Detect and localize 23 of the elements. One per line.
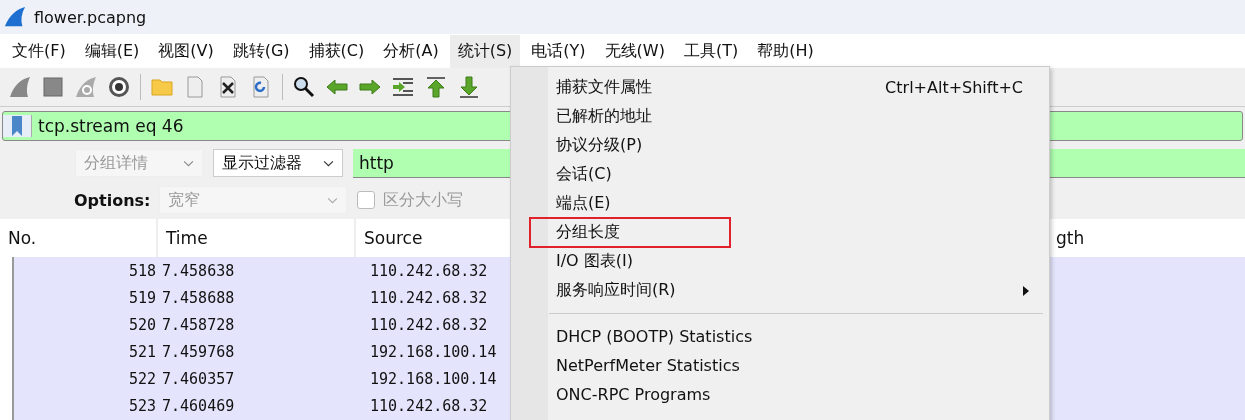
table-cell-text: 7.458638	[161, 261, 236, 280]
window-title: flower.pcapng	[34, 7, 147, 27]
shortcut-label: Ctrl+Alt+Shift+C	[885, 78, 1023, 97]
table-cell-text: 523	[127, 396, 156, 415]
table-cell: 192.168.100.14	[370, 369, 497, 388]
table-cell-text: 7.458688	[161, 288, 236, 307]
table-cell-text: 7.460469	[161, 396, 236, 415]
table-cell: 192.168.100.14	[370, 342, 497, 361]
table-cell-text: 7.458728	[161, 315, 236, 334]
table-cell-text: 7.460357	[161, 369, 236, 388]
table-cell-text: 521	[127, 342, 156, 361]
options-label: Options:	[74, 190, 151, 210]
table-cell-text: 7.459768	[161, 342, 236, 361]
table-cell: 110.242.68.32	[370, 396, 488, 415]
table-cell-text: 522	[127, 369, 156, 388]
checkbox-label: 区分大小写	[382, 189, 463, 211]
table-cell-text: 518	[127, 261, 156, 280]
table-cell-text: 519	[127, 288, 156, 307]
table-cell: 110.242.68.32	[370, 315, 488, 334]
table-cell: 110.242.68.32	[370, 261, 488, 280]
table-cell: 110.242.68.32	[370, 288, 488, 307]
table-cell-text: 520	[127, 315, 156, 334]
filter-text: tcp.stream eq 46	[37, 116, 184, 136]
